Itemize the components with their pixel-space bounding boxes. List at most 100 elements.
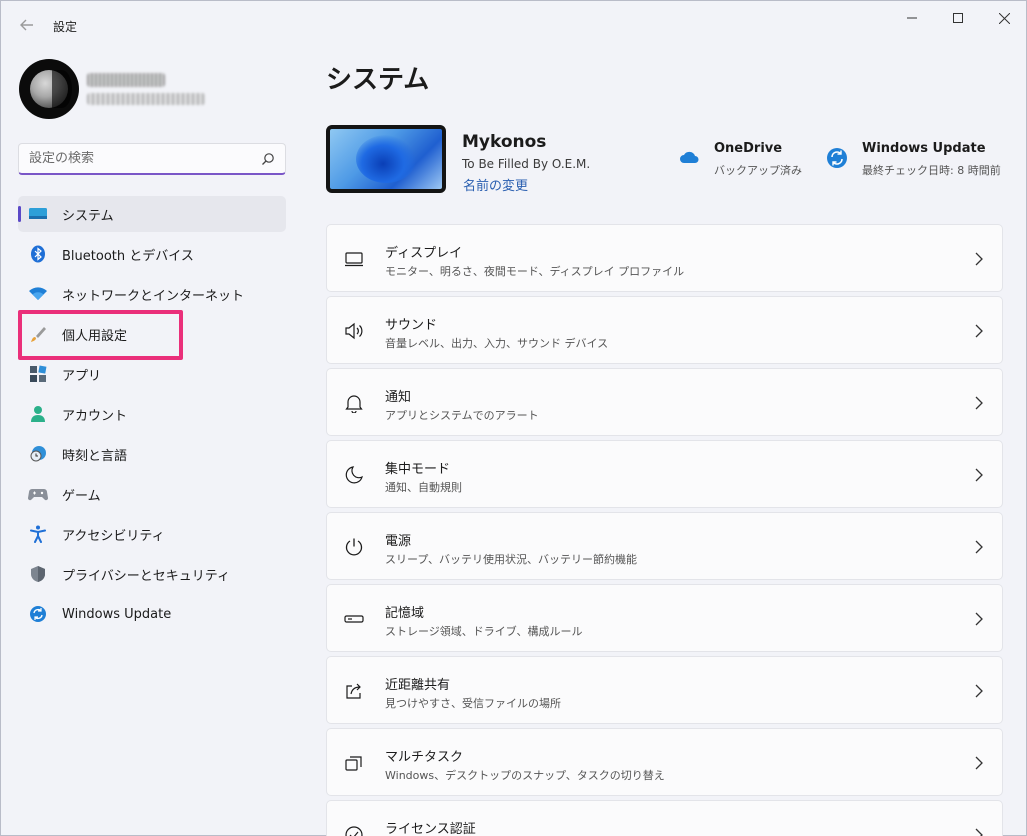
maximize-button[interactable]	[935, 1, 981, 35]
device-thumbnail	[326, 125, 446, 193]
wifi-icon	[28, 284, 48, 304]
windows-update-title: Windows Update	[862, 141, 986, 156]
card-subtitle: アプリとシステムでのアラート	[385, 409, 539, 422]
close-button[interactable]	[981, 1, 1027, 35]
chevron-right-icon	[975, 468, 983, 482]
brush-icon	[28, 324, 48, 344]
sidebar-nav: システム Bluetooth とデバイス ネットワークとインターネット 個人用設…	[18, 196, 286, 636]
windows-update-icon	[827, 148, 847, 168]
speaker-icon	[345, 322, 363, 340]
card-subtitle: ストレージ領域、ドライブ、構成ルール	[385, 625, 583, 638]
chevron-right-icon	[975, 252, 983, 266]
card-title: 集中モード	[385, 462, 451, 477]
time-language-icon	[28, 444, 48, 464]
onedrive-subtitle: バックアップ済み	[714, 164, 802, 177]
minimize-icon	[907, 17, 917, 19]
app-title: 設定	[53, 20, 78, 34]
onedrive-status[interactable]: OneDrive バックアップ済み	[678, 141, 818, 181]
share-icon	[346, 683, 361, 699]
card-title: サウンド	[385, 318, 438, 333]
activation-icon	[345, 826, 363, 836]
sidebar-item-windows-update[interactable]: Windows Update	[18, 596, 286, 632]
chevron-right-icon	[975, 684, 983, 698]
card-title: マルチタスク	[385, 750, 464, 765]
back-button[interactable]	[13, 11, 41, 39]
windows-update-subtitle: 最終チェック日時: 8 時間前	[862, 164, 1001, 177]
sidebar-item-label: アクセシビリティ	[62, 528, 165, 544]
monitor-icon	[345, 252, 363, 267]
apps-icon	[28, 364, 48, 384]
accessibility-icon	[28, 524, 48, 544]
card-storage[interactable]: 記憶域 ストレージ領域、ドライブ、構成ルール	[326, 584, 1003, 652]
card-notifications[interactable]: 通知 アプリとシステムでのアラート	[326, 368, 1003, 436]
card-display[interactable]: ディスプレイ モニター、明るさ、夜間モード、ディスプレイ プロファイル	[326, 224, 1003, 292]
page-title: システム	[326, 65, 430, 95]
title-bar: 設定	[1, 1, 1026, 49]
card-subtitle: Windows、デスクトップのスナップ、タスクの切り替え	[385, 769, 665, 782]
system-display-icon	[28, 204, 48, 224]
account-icon	[28, 404, 48, 424]
card-focus-assist[interactable]: 集中モード 通知、自動規則	[326, 440, 1003, 508]
chevron-right-icon	[975, 756, 983, 770]
rename-link[interactable]: 名前の変更	[463, 175, 528, 194]
chevron-right-icon	[975, 324, 983, 338]
windows-update-status[interactable]: Windows Update 最終チェック日時: 8 時間前	[826, 141, 1016, 181]
card-title: ディスプレイ	[385, 246, 463, 261]
device-name: Mykonos	[462, 132, 547, 152]
chevron-right-icon	[975, 540, 983, 554]
sidebar-item-label: ゲーム	[62, 488, 101, 504]
sidebar-item-label: Bluetooth とデバイス	[62, 248, 194, 264]
onedrive-cloud-icon	[680, 151, 699, 163]
card-activation[interactable]: ライセンス認証	[326, 800, 1003, 836]
sidebar-item-personalization[interactable]: 個人用設定	[18, 316, 286, 352]
close-icon	[998, 12, 1010, 24]
sidebar-item-accounts[interactable]: アカウント	[18, 396, 286, 432]
device-model: To Be Filled By O.E.M.	[462, 157, 591, 171]
maximize-icon	[953, 13, 963, 23]
sidebar-item-label: 時刻と言語	[62, 448, 128, 464]
sidebar-item-gaming[interactable]: ゲーム	[18, 476, 286, 512]
sidebar-item-label: アプリ	[62, 368, 102, 384]
profile-name-redacted	[87, 73, 165, 87]
power-icon	[345, 538, 363, 556]
card-subtitle: 通知、自動規則	[385, 481, 462, 494]
sidebar-item-label: システム	[62, 208, 114, 224]
card-title: 通知	[385, 390, 412, 405]
bluetooth-icon	[28, 244, 48, 264]
moon-icon	[345, 466, 363, 484]
windows-update-icon	[28, 604, 48, 624]
back-arrow-icon	[20, 19, 33, 31]
sidebar-item-bluetooth[interactable]: Bluetooth とデバイス	[18, 236, 286, 272]
search-box[interactable]	[18, 143, 286, 175]
sidebar-item-system[interactable]: システム	[18, 196, 286, 232]
moon-image	[30, 70, 72, 108]
search-input[interactable]	[29, 151, 261, 166]
card-subtitle: スリープ、バッテリ使用状況、バッテリー節約機能	[385, 553, 638, 566]
sidebar-item-network[interactable]: ネットワークとインターネット	[18, 276, 286, 312]
sidebar-item-label: 個人用設定	[62, 328, 128, 344]
wallpaper-image	[330, 129, 442, 189]
minimize-button[interactable]	[889, 1, 935, 35]
card-sound[interactable]: サウンド 音量レベル、出力、入力、サウンド デバイス	[326, 296, 1003, 364]
avatar[interactable]	[19, 59, 79, 119]
shield-icon	[28, 564, 48, 584]
card-nearby-sharing[interactable]: 近距離共有 見つけやすさ、受信ファイルの場所	[326, 656, 1003, 724]
sidebar-item-label: Windows Update	[62, 606, 172, 622]
sidebar-item-accessibility[interactable]: アクセシビリティ	[18, 516, 286, 552]
card-multitasking[interactable]: マルチタスク Windows、デスクトップのスナップ、タスクの切り替え	[326, 728, 1003, 796]
chevron-right-icon	[975, 612, 983, 626]
card-title: 電源	[385, 534, 412, 549]
card-title: 記憶域	[385, 606, 425, 621]
sidebar-item-privacy[interactable]: プライバシーとセキュリティ	[18, 556, 286, 592]
search-icon[interactable]	[261, 152, 275, 166]
sidebar-item-label: アカウント	[62, 408, 128, 424]
settings-card-list: ディスプレイ モニター、明るさ、夜間モード、ディスプレイ プロファイル サウンド…	[326, 224, 1003, 836]
chevron-right-icon	[975, 396, 983, 410]
sidebar-item-apps[interactable]: アプリ	[18, 356, 286, 392]
storage-icon	[344, 615, 364, 623]
settings-window: 設定 システム Bluetooth とデバイス	[0, 0, 1027, 836]
card-power[interactable]: 電源 スリープ、バッテリ使用状況、バッテリー節約機能	[326, 512, 1003, 580]
card-title: 近距離共有	[385, 678, 451, 693]
sidebar-item-time-language[interactable]: 時刻と言語	[18, 436, 286, 472]
gamepad-icon	[28, 484, 48, 504]
